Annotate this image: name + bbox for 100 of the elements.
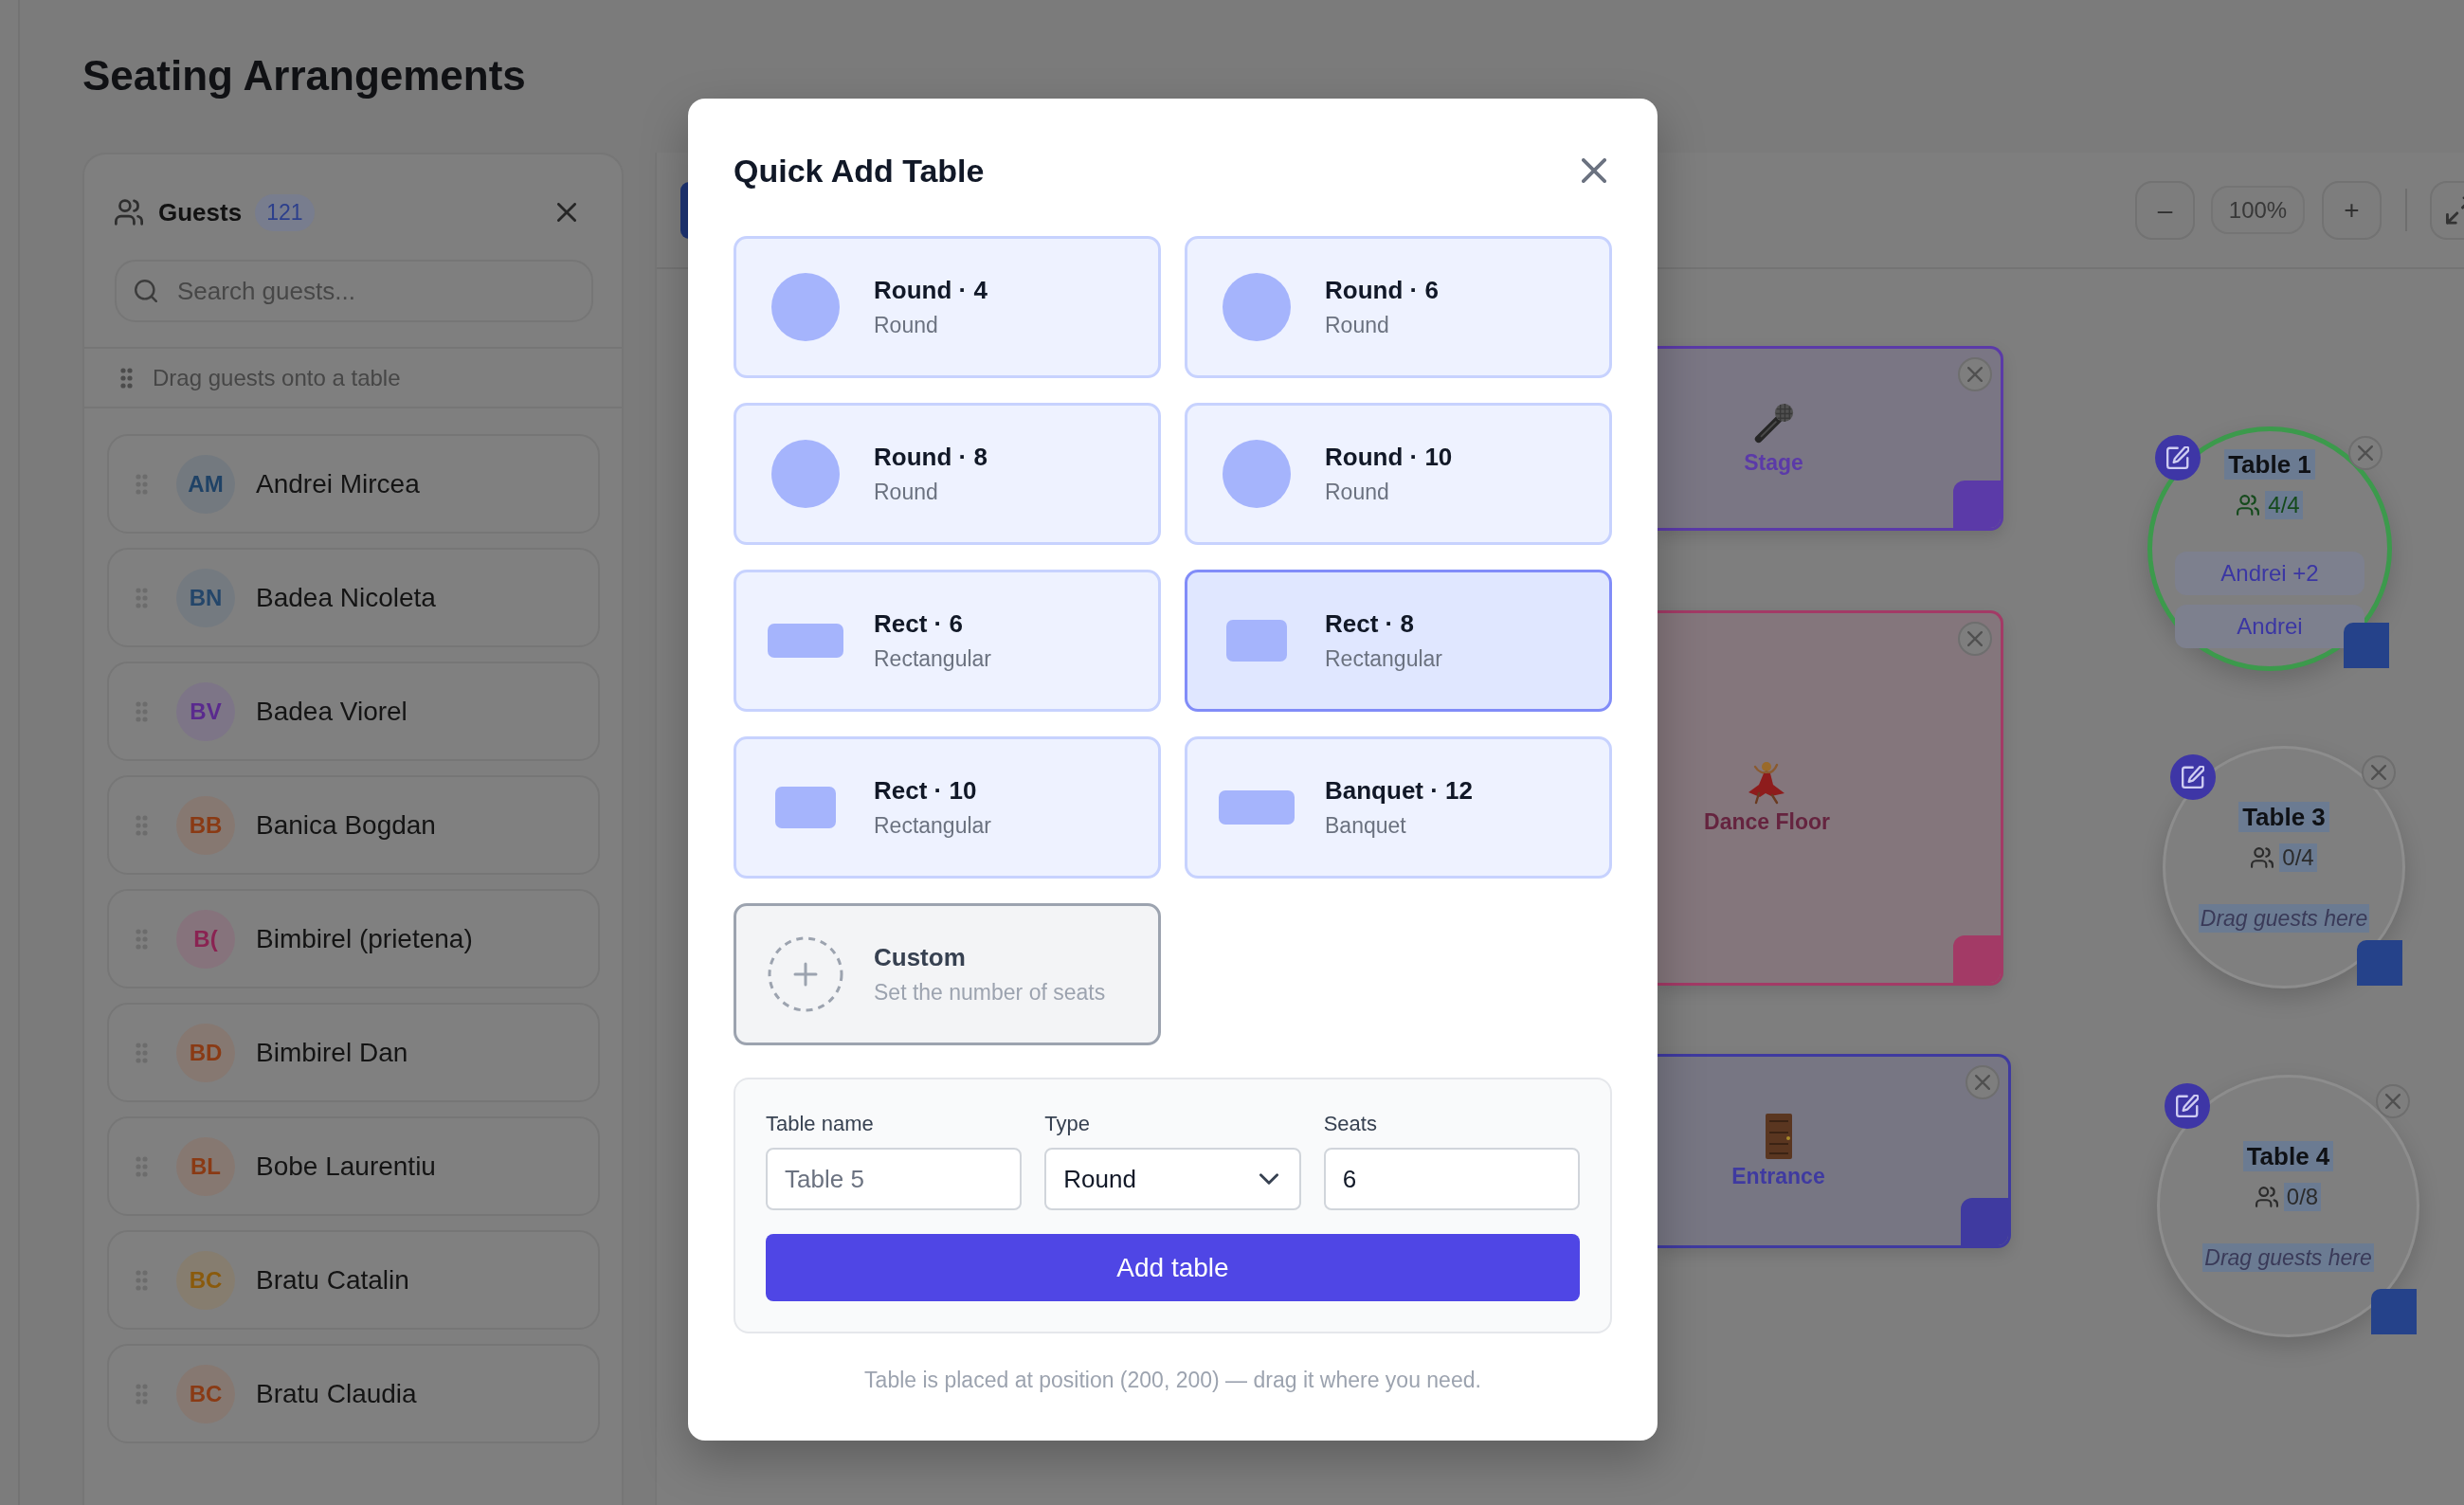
- add-icon: [768, 936, 843, 1012]
- users-icon: [2251, 847, 2274, 868]
- guest-card[interactable]: BC Bratu Claudia: [107, 1344, 600, 1443]
- close-button[interactable]: [2348, 436, 2382, 470]
- rect-table-icon: [775, 787, 836, 828]
- guest-name: Badea Nicoleta: [256, 582, 436, 613]
- close-icon: [2371, 765, 2386, 780]
- table-name: Table 4: [2242, 1140, 2334, 1171]
- guest-card[interactable]: BB Banica Bogdan: [107, 775, 600, 875]
- dancer-icon: [1748, 761, 1786, 805]
- table-name-field[interactable]: Table 5: [766, 1148, 1023, 1210]
- zoom-in-button[interactable]: +: [2322, 180, 2382, 240]
- close-icon: [1975, 1075, 1990, 1090]
- close-icon: [2358, 445, 2373, 461]
- guest-name: Bratu Claudia: [256, 1378, 417, 1409]
- guest-name: Andrei Mircea: [256, 468, 420, 499]
- close-button[interactable]: [2376, 1084, 2410, 1118]
- resize-handle[interactable]: [1953, 481, 2001, 528]
- rect-table-icon: [1226, 620, 1287, 662]
- guest-chip[interactable]: Andrei: [2175, 605, 2364, 648]
- guest-name: Bimbirel Dan: [256, 1037, 408, 1068]
- resize-handle[interactable]: [2357, 940, 2402, 986]
- table-preset-option[interactable]: Rect · 8 Rectangular: [1185, 570, 1612, 712]
- resize-handle[interactable]: [2344, 623, 2389, 668]
- avatar: AM: [176, 454, 235, 514]
- seat-count: 0/8: [2283, 1182, 2322, 1211]
- guest-card[interactable]: BD Bimbirel Dan: [107, 1003, 600, 1102]
- chevron-down-icon: [1259, 1173, 1278, 1185]
- pencil-icon: [2166, 446, 2189, 469]
- guest-name: Bimbirel (prietena): [256, 923, 473, 954]
- table-preset-option[interactable]: Round · 4 Round: [734, 236, 1161, 378]
- close-icon: [1967, 367, 1983, 382]
- search-field[interactable]: Search guests...: [115, 260, 593, 322]
- guest-card[interactable]: BC Bratu Catalin: [107, 1230, 600, 1330]
- guest-name: Bobe Laurentiu: [256, 1151, 436, 1182]
- round-table-icon: [771, 440, 840, 508]
- expand-icon: [2446, 195, 2464, 225]
- edit-button[interactable]: [2170, 754, 2216, 800]
- avatar: BV: [176, 681, 235, 741]
- guest-card[interactable]: BN Badea Nicoleta: [107, 548, 600, 647]
- edit-button[interactable]: [2165, 1083, 2210, 1129]
- close-icon[interactable]: [1582, 158, 1606, 183]
- guest-card[interactable]: AM Andrei Mircea: [107, 434, 600, 534]
- pencil-icon: [2176, 1095, 2199, 1117]
- table-preset-option[interactable]: Round · 6 Round: [1185, 236, 1612, 378]
- count-badge: 121: [255, 193, 315, 231]
- field-label: Type: [1044, 1112, 1092, 1136]
- round-table-icon: [1223, 273, 1291, 341]
- table-preset-option[interactable]: Round · 10 Round: [1185, 403, 1612, 545]
- field-label: Seats: [1323, 1112, 1378, 1136]
- table-preset-option[interactable]: Round · 8 Round: [734, 403, 1161, 545]
- table-preset-option[interactable]: Banquet · 12 Banquet: [1185, 736, 1612, 879]
- panel-title: Guests: [158, 197, 243, 227]
- avatar: BC: [176, 1364, 235, 1423]
- close-button[interactable]: [2362, 755, 2396, 789]
- avatar: BB: [176, 795, 235, 855]
- close-button[interactable]: [1966, 1065, 2000, 1099]
- users-icon: [2237, 495, 2260, 516]
- guest-card[interactable]: BL Bobe Laurentiu: [107, 1116, 600, 1216]
- table-preset-option[interactable]: Rect · 10 Rectangular: [734, 736, 1161, 879]
- guest-name: Badea Viorel: [256, 696, 408, 727]
- expand-button[interactable]: [2430, 180, 2464, 240]
- zone-label: Entrance: [1731, 1162, 1825, 1189]
- resize-handle[interactable]: [1961, 1198, 2008, 1245]
- avatar: BN: [176, 568, 235, 627]
- users-icon: [2255, 1186, 2278, 1207]
- page-title: Seating Arrangements: [82, 51, 526, 100]
- close-icon: [1967, 631, 1983, 646]
- guest-card[interactable]: B( Bimbirel (prietena): [107, 889, 600, 988]
- add-table-button[interactable]: Add table: [766, 1234, 1580, 1301]
- close-icon: [2385, 1094, 2401, 1109]
- resize-handle[interactable]: [2371, 1289, 2417, 1334]
- close-button[interactable]: [1958, 357, 1992, 391]
- rect-table-icon: [1219, 790, 1295, 825]
- seats-field[interactable]: 6: [1323, 1148, 1580, 1210]
- hint-text: Drag guests onto a table: [153, 364, 401, 391]
- table-preset-option[interactable]: Custom Set the number of seats: [734, 903, 1161, 1045]
- type-dropdown[interactable]: Round: [1044, 1148, 1301, 1210]
- guest-card[interactable]: BV Badea Viorel: [107, 662, 600, 761]
- round-table-icon: [771, 273, 840, 341]
- guest-name: Bratu Catalin: [256, 1264, 409, 1296]
- pencil-icon: [2182, 766, 2204, 789]
- search-icon: [135, 280, 157, 302]
- close-icon[interactable]: [557, 203, 576, 222]
- seat-count: 0/4: [2279, 843, 2317, 872]
- avatar: B(: [176, 909, 235, 969]
- edit-button[interactable]: [2155, 435, 2201, 481]
- round-table-icon: [1223, 440, 1291, 508]
- drop-hint: Drag guests here: [2202, 1242, 2374, 1272]
- table-preset-option[interactable]: Rect · 6 Rectangular: [734, 570, 1161, 712]
- zoom-out-button[interactable]: –: [2135, 180, 2195, 240]
- zone-label: Dance Floor: [1704, 808, 1830, 835]
- avatar: BD: [176, 1023, 235, 1082]
- close-button[interactable]: [1958, 622, 1992, 656]
- field-label: Table name: [766, 1112, 875, 1136]
- guest-name: Banica Bogdan: [256, 809, 436, 841]
- guest-chip[interactable]: Andrei +2: [2175, 552, 2364, 595]
- resize-handle[interactable]: [1953, 935, 2001, 983]
- avatar: BL: [176, 1136, 235, 1196]
- drop-hint: Drag guests here: [2198, 904, 2370, 933]
